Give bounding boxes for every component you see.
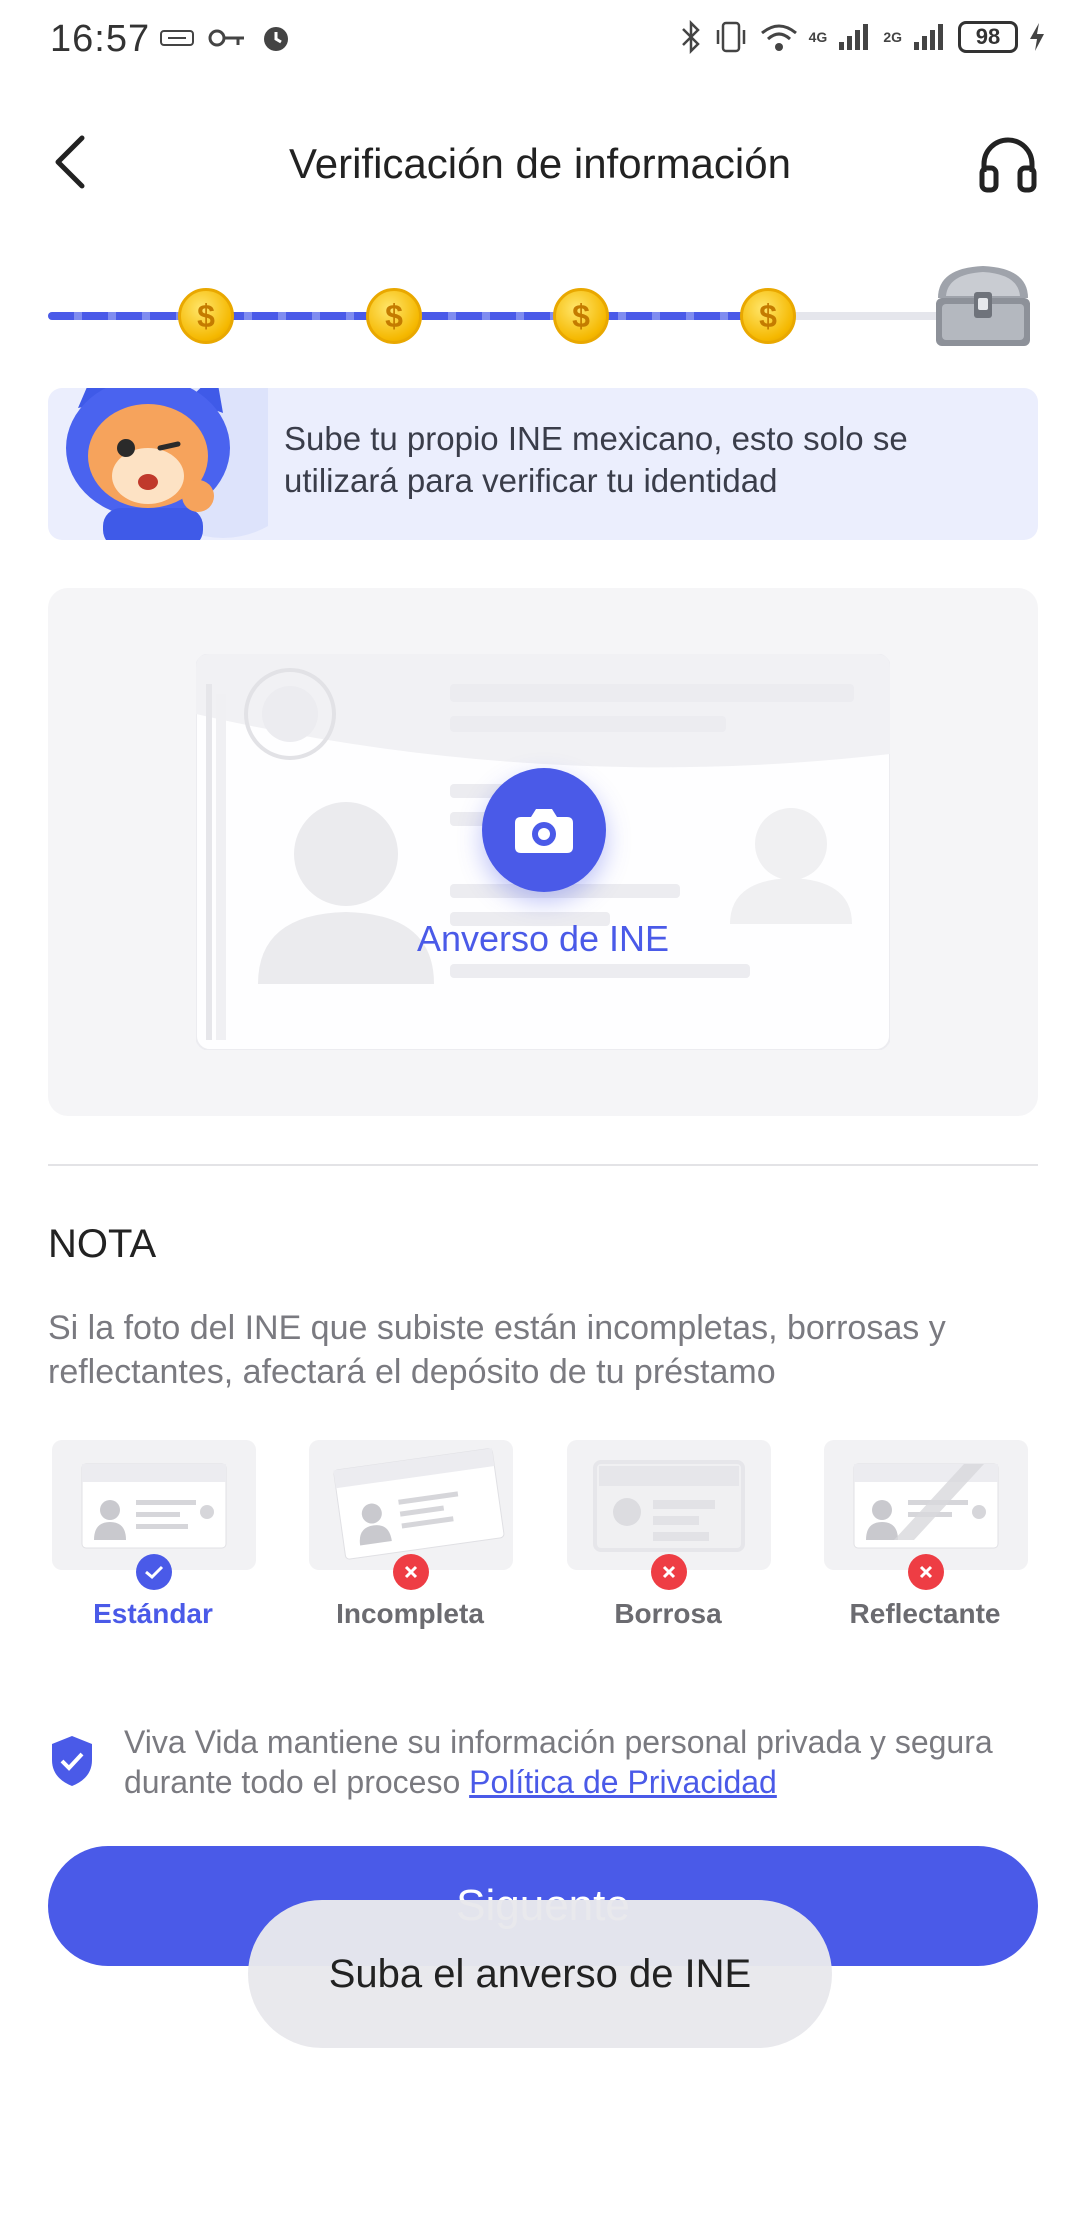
example-thumbnail — [52, 1440, 256, 1570]
note-title: NOTA — [48, 1222, 157, 1266]
page-title: Verificación de información — [289, 140, 791, 187]
signal-icon-1 — [839, 24, 869, 50]
coin-icon: $ — [366, 288, 422, 344]
coin-icon: $ — [178, 288, 234, 344]
error-x-icon — [393, 1554, 429, 1590]
network-2g-label: 2G — [883, 29, 902, 45]
treasure-chest-icon — [936, 266, 1030, 346]
id-thumb-reflective — [853, 1463, 999, 1549]
network-4g-label: 4G — [808, 29, 828, 45]
example-thumbnail — [567, 1440, 771, 1570]
error-x-icon — [651, 1554, 687, 1590]
shield-icon — [52, 1736, 92, 1786]
status-right-icons: 4G 2G 98 — [679, 20, 1046, 54]
privacy-policy-link[interactable]: Política de Privacidad — [469, 1764, 777, 1800]
example-reflective: Reflectante — [820, 1440, 1030, 1640]
status-time: 16:57 — [50, 18, 151, 60]
coin-icon: $ — [553, 288, 609, 344]
ine-front-upload-card[interactable]: Anverso de INE — [48, 588, 1038, 1116]
bluetooth-icon — [681, 20, 700, 54]
example-label: Incompleta — [336, 1598, 484, 1629]
charging-icon — [1030, 23, 1044, 51]
header: Verificación de información — [0, 110, 1080, 220]
check-icon — [136, 1554, 172, 1590]
upload-label: Anverso de INE — [416, 918, 670, 959]
id-thumb-incomplete — [333, 1448, 505, 1560]
privacy-text: Viva Vida mantiene su información person… — [124, 1722, 1024, 1802]
camera-button[interactable] — [482, 768, 606, 892]
privacy-notice: Viva Vida mantiene su información person… — [48, 1722, 1038, 1812]
banner-text: Sube tu propio INE mexicano, esto solo s… — [284, 420, 908, 499]
coin-icon: $ — [740, 288, 796, 344]
progress-tracker: $ $ $ $ — [48, 258, 1038, 368]
headset-icon — [979, 137, 1037, 193]
example-thumbnail — [824, 1440, 1028, 1570]
toast-message: Suba el anverso de INE — [248, 1900, 832, 2048]
camera-icon — [515, 809, 573, 853]
battery-indicator: 98 — [958, 21, 1018, 53]
photo-examples: Estándar Incompleta Borrosa Reflectante — [48, 1440, 1038, 1640]
info-banner: Sube tu propio INE mexicano, esto solo s… — [48, 388, 1038, 540]
note-text: Si la foto del INE que subiste están inc… — [48, 1309, 946, 1391]
alarm-icon — [264, 27, 288, 51]
example-label: Reflectante — [849, 1598, 1001, 1629]
vibrate-icon — [716, 21, 745, 53]
example-incomplete: Incompleta — [305, 1440, 515, 1640]
id-thumb-blurry — [593, 1460, 745, 1552]
status-bar: 16:57 4G 2G 98 — [0, 0, 1080, 80]
support-button[interactable] — [976, 132, 1040, 196]
usb-icon — [160, 30, 194, 46]
wifi-icon — [760, 24, 797, 51]
example-thumbnail — [309, 1440, 513, 1570]
divider — [48, 1164, 1038, 1166]
signal-icon-2 — [914, 24, 943, 50]
status-left-icons — [160, 22, 292, 54]
example-label: Estándar — [93, 1598, 213, 1629]
id-thumb-standard — [81, 1463, 227, 1549]
example-blurry: Borrosa — [563, 1440, 773, 1640]
error-x-icon — [908, 1554, 944, 1590]
example-label: Borrosa — [614, 1598, 722, 1629]
example-standard: Estándar — [48, 1440, 258, 1640]
key-icon — [208, 29, 244, 47]
mascot-illustration — [66, 388, 268, 540]
